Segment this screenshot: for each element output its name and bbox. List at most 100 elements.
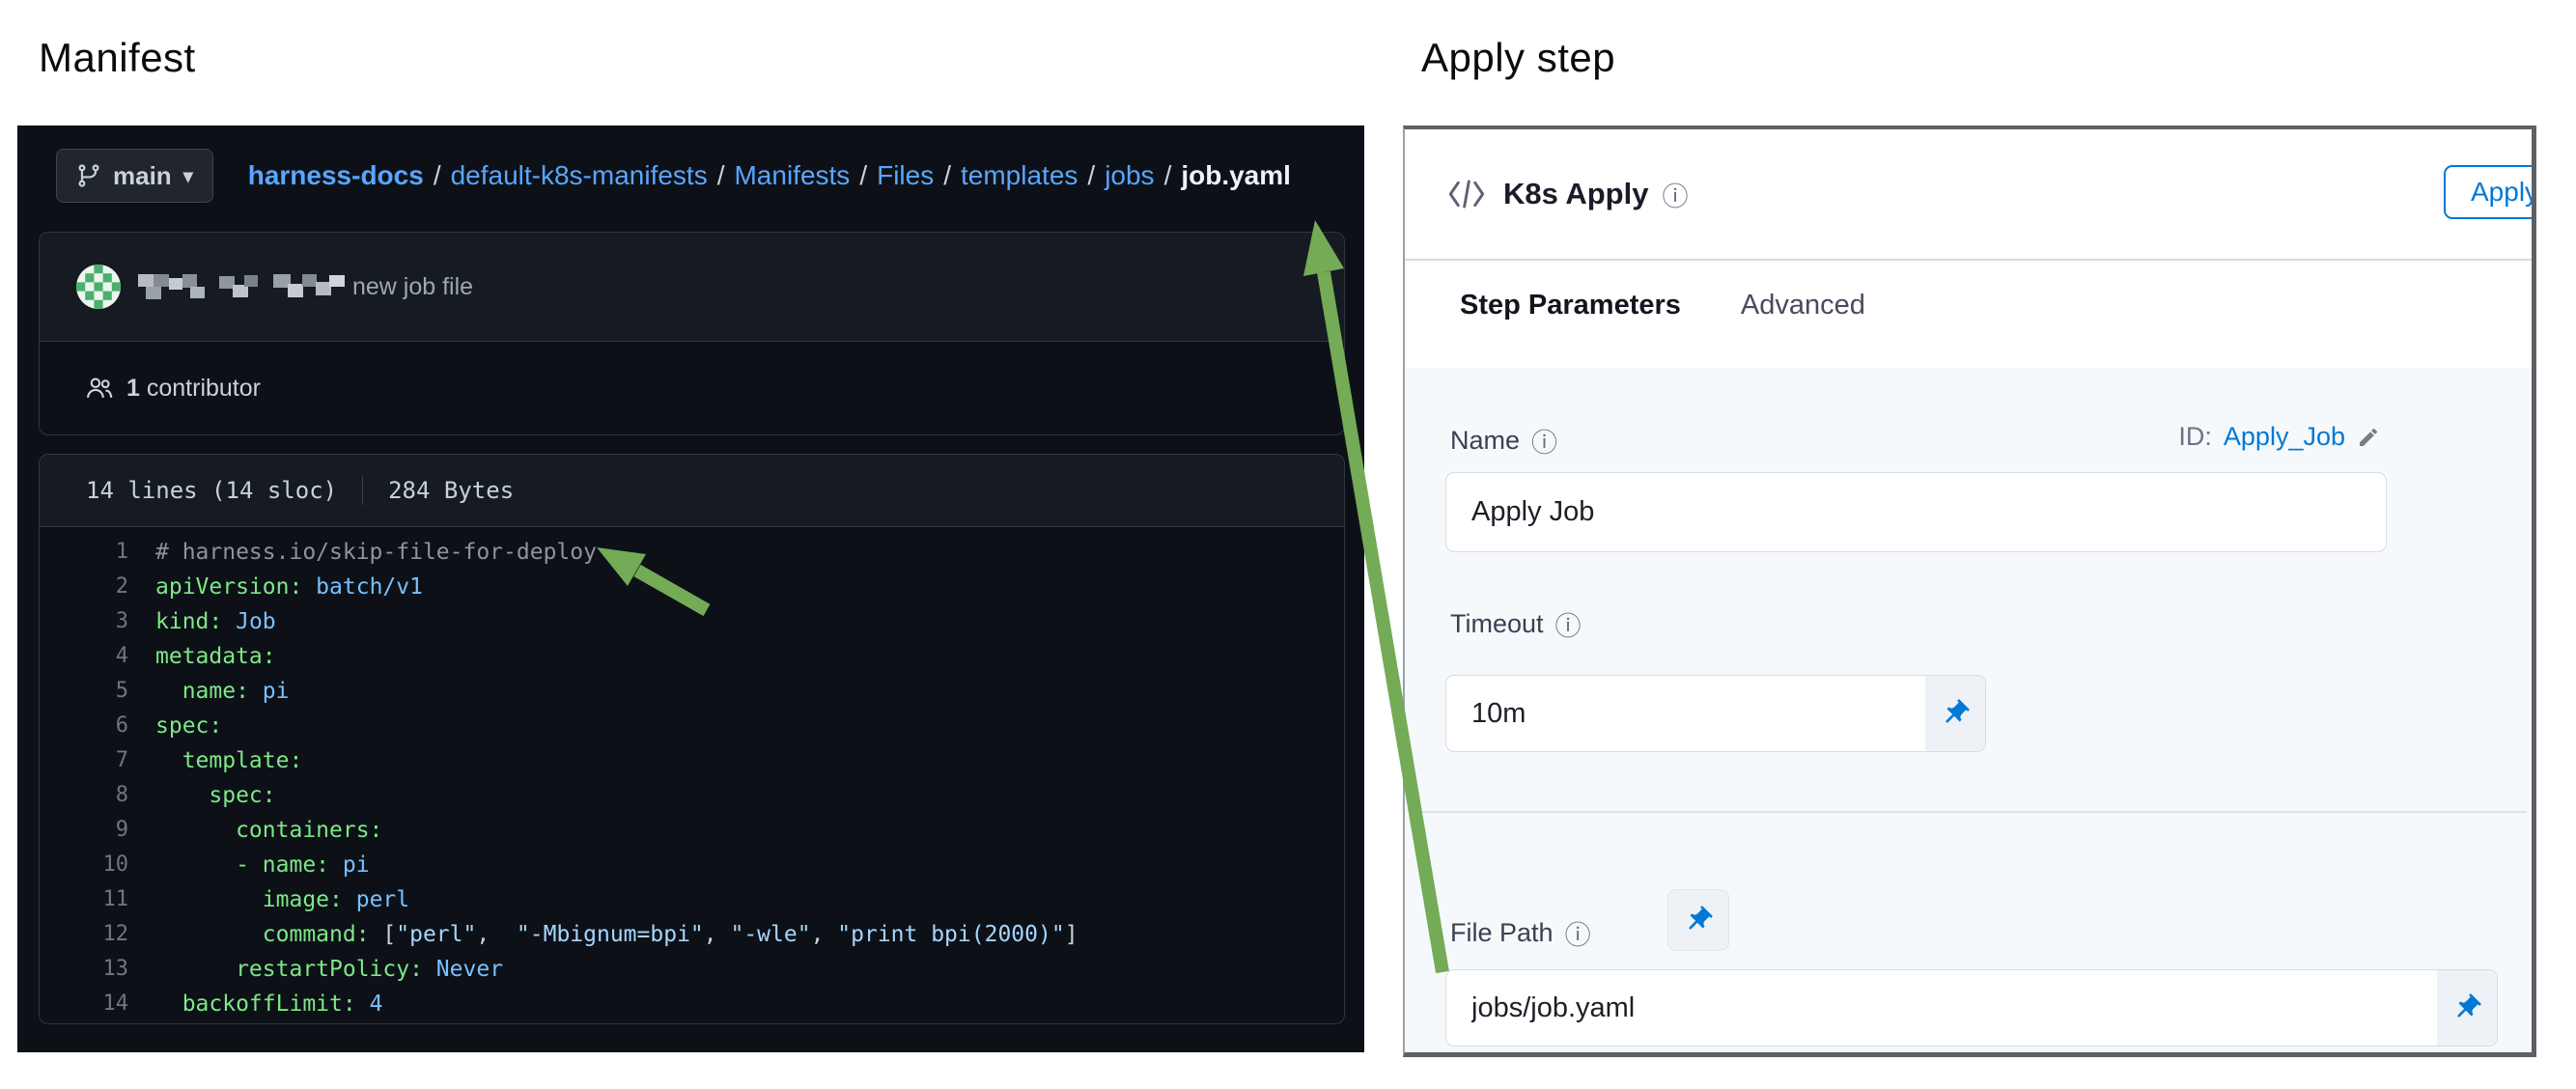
line-number[interactable]: 11 xyxy=(40,882,155,917)
line-number[interactable]: 9 xyxy=(40,813,155,848)
step-title: K8s Apply xyxy=(1503,177,1648,211)
step-id-link[interactable]: Apply_Job xyxy=(2224,422,2345,452)
code-text: backoffLimit: 4 xyxy=(155,987,382,1021)
code-line: 5 name: pi xyxy=(40,674,1344,709)
code-line: 7 template: xyxy=(40,743,1344,778)
file-stats-bar: 14 lines (14 sloc) 284 Bytes xyxy=(40,455,1344,527)
step-card-header: K8s Apply ⓘ Apply xyxy=(1405,129,2532,259)
code-line: 13 restartPolicy: Never xyxy=(40,952,1344,987)
id-label: ID: xyxy=(2178,422,2212,452)
breadcrumb-separator: / xyxy=(1087,160,1095,190)
code-line: 10 - name: pi xyxy=(40,848,1344,882)
code-text: template: xyxy=(155,743,302,778)
pin-toggle-button[interactable] xyxy=(1667,889,1729,951)
code-text: # harness.io/skip-file-for-deploy xyxy=(155,535,597,570)
name-field-label: Name ⓘ xyxy=(1450,422,1557,460)
line-number[interactable]: 12 xyxy=(40,917,155,952)
code-text: command: ["perl", "-Mbignum=bpi", "-wle"… xyxy=(155,917,1078,952)
breadcrumb-item-default-k8s-manifests[interactable]: default-k8s-manifests xyxy=(451,160,708,190)
k8s-apply-step-card: K8s Apply ⓘ Apply Step Parameters Advance… xyxy=(1403,126,2536,1057)
line-number[interactable]: 5 xyxy=(40,674,155,709)
info-icon[interactable]: ⓘ xyxy=(1555,605,1582,643)
code-text: containers: xyxy=(155,813,382,848)
line-number[interactable]: 6 xyxy=(40,709,155,743)
breadcrumb: harness-docs / default-k8s-manifests / Manif… xyxy=(248,160,1291,191)
name-input[interactable] xyxy=(1446,473,2386,551)
breadcrumb-item-jobs[interactable]: jobs xyxy=(1105,160,1154,190)
line-number[interactable]: 13 xyxy=(40,952,155,987)
code-line: 8 spec: xyxy=(40,778,1344,813)
apply-step-section-title: Apply step xyxy=(1421,35,1615,81)
tab-advanced[interactable]: Advanced xyxy=(1741,290,1865,321)
code-line: 3kind: Job xyxy=(40,604,1344,639)
code-line: 12 command: ["perl", "-Mbignum=bpi", "-w… xyxy=(40,917,1344,952)
breadcrumb-item-Files[interactable]: Files xyxy=(877,160,934,190)
code-text: name: pi xyxy=(155,674,289,709)
latest-commit-box: new job file 1 contributor xyxy=(39,232,1345,435)
file-path-input-wrap xyxy=(1445,969,2498,1047)
commit-header-row: new job file xyxy=(40,233,1344,342)
breadcrumb-item-templates[interactable]: templates xyxy=(961,160,1078,190)
tabs: Step Parameters Advanced xyxy=(1405,261,2532,321)
line-number[interactable]: 2 xyxy=(40,570,155,604)
github-file-header-bar: main ▾ harness-docs / default-k8s-manifest… xyxy=(17,126,1364,226)
code-line: 9 containers: xyxy=(40,813,1344,848)
contributors-row: 1 contributor xyxy=(40,342,1344,434)
pin-icon[interactable] xyxy=(2437,970,2497,1046)
contributors-count[interactable]: 1 contributor xyxy=(126,375,261,403)
file-path-input[interactable] xyxy=(1446,970,2437,1046)
pin-icon[interactable] xyxy=(1925,676,1985,751)
branch-selector-button[interactable]: main ▾ xyxy=(56,149,213,203)
timeout-input[interactable] xyxy=(1446,676,1925,751)
file-size-stat: 284 Bytes xyxy=(388,477,514,504)
line-number[interactable]: 10 xyxy=(40,848,155,882)
github-file-panel: main ▾ harness-docs / default-k8s-manifest… xyxy=(17,126,1364,1052)
chevron-down-icon: ▾ xyxy=(183,164,193,188)
commit-message[interactable]: new job file xyxy=(352,273,473,301)
manifest-section-title: Manifest xyxy=(39,35,196,81)
file-blob-box: 14 lines (14 sloc) 284 Bytes 1# harness.… xyxy=(39,454,1345,1024)
code-text: image: perl xyxy=(155,882,409,917)
file-path-field-label: File Path ⓘ xyxy=(1450,914,1591,952)
line-number[interactable]: 4 xyxy=(40,639,155,674)
people-icon xyxy=(86,375,113,402)
code-text: spec: xyxy=(155,778,276,813)
breadcrumb-separator: / xyxy=(1164,160,1172,190)
file-lines-stat: 14 lines (14 sloc) xyxy=(86,477,337,504)
apply-changes-button[interactable]: Apply xyxy=(2444,165,2536,219)
section-divider xyxy=(1416,811,2527,813)
line-number[interactable]: 14 xyxy=(40,987,155,1021)
info-icon[interactable]: ⓘ xyxy=(1662,176,1688,213)
line-number[interactable]: 7 xyxy=(40,743,155,778)
info-icon[interactable]: ⓘ xyxy=(1565,914,1591,952)
line-number[interactable]: 8 xyxy=(40,778,155,813)
tab-step-parameters[interactable]: Step Parameters xyxy=(1460,290,1681,321)
edit-pencil-icon[interactable] xyxy=(2357,426,2380,449)
avatar[interactable] xyxy=(76,265,121,309)
breadcrumb-item-job.yaml: job.yaml xyxy=(1181,160,1291,190)
breadcrumb-item-Manifests[interactable]: Manifests xyxy=(734,160,850,190)
git-branch-icon xyxy=(76,163,101,188)
breadcrumb-separator: / xyxy=(943,160,951,190)
code-text: spec: xyxy=(155,709,222,743)
redacted-username xyxy=(138,272,345,301)
timeout-input-wrap xyxy=(1445,675,1986,752)
line-number[interactable]: 3 xyxy=(40,604,155,639)
breadcrumb-separator: / xyxy=(717,160,725,190)
branch-name-label: main xyxy=(113,161,172,191)
code-text: apiVersion: batch/v1 xyxy=(155,570,423,604)
code-line: 2apiVersion: batch/v1 xyxy=(40,570,1344,604)
breadcrumb-separator: / xyxy=(434,160,441,190)
code-line: 1# harness.io/skip-file-for-deploy xyxy=(40,535,1344,570)
code-line: 14 backoffLimit: 4 xyxy=(40,987,1344,1021)
info-icon[interactable]: ⓘ xyxy=(1531,422,1557,460)
breadcrumb-item-harness-docs[interactable]: harness-docs xyxy=(248,160,424,190)
code-text: - name: pi xyxy=(155,848,370,882)
code-line: 6spec: xyxy=(40,709,1344,743)
line-number[interactable]: 1 xyxy=(40,535,155,570)
timeout-field-label: Timeout ⓘ xyxy=(1450,605,1582,643)
code-text: kind: Job xyxy=(155,604,276,639)
stats-divider xyxy=(362,476,363,505)
code-line: 11 image: perl xyxy=(40,882,1344,917)
step-id-row: ID: Apply_Job xyxy=(2178,422,2380,452)
